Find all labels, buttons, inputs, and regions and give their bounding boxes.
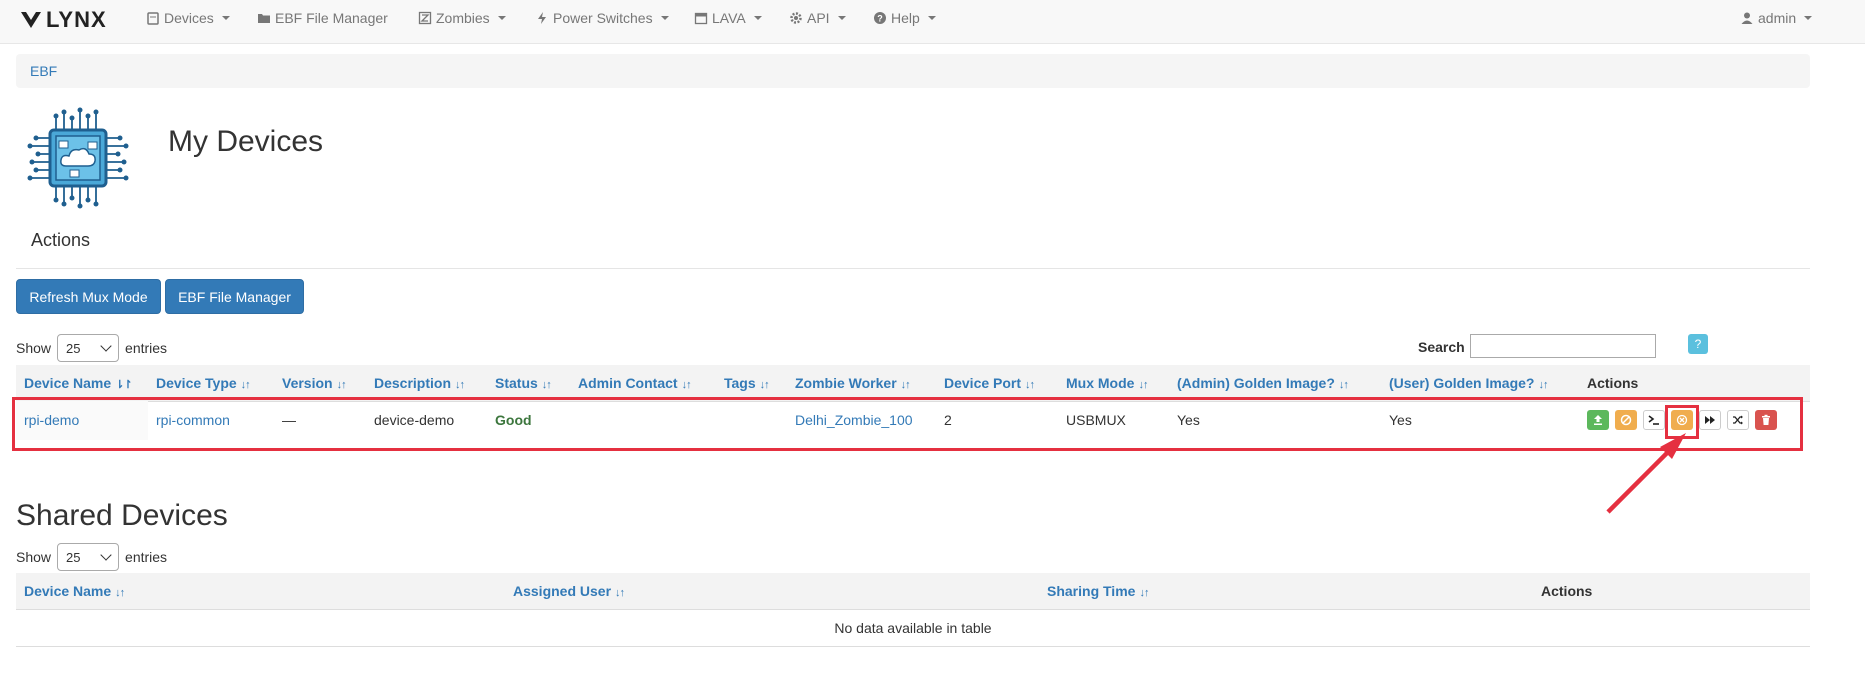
device-icon [147,12,159,25]
my-devices-length-control: Show 25 entries [16,334,167,362]
caret-down-icon [497,16,506,20]
col-actions: Actions [1587,375,1639,391]
caret-down-icon [927,16,936,20]
nav-lava[interactable]: LAVA [694,0,762,36]
calendar-icon [694,12,708,25]
nav-user-menu[interactable]: admin [1740,0,1813,36]
col-assigned-user[interactable]: Assigned User ↓↑ [513,573,625,609]
nav-devices-label: Devices [164,10,214,26]
brand-name: LYNX [46,7,107,32]
lynx-logo-icon [21,12,41,28]
sort-icon: ↓↑ [1139,587,1149,599]
breadcrumb-ebf-link[interactable]: EBF [30,63,57,79]
nav-lava-label: LAVA [712,10,746,26]
search-label: Search [1418,339,1465,355]
show-label: Show [16,549,52,565]
nav-api-label: API [807,10,830,26]
caret-down-icon [753,16,762,20]
question-icon: ? [874,12,886,24]
brand-logo[interactable]: LYNX [20,7,107,33]
col-device-type[interactable]: Device Type ↓↑ [156,365,251,401]
nav-power-label: Power Switches [553,10,653,26]
empty-table-message: No data available in table [16,610,1810,647]
col-actions: Actions [1541,583,1593,599]
caret-down-icon [660,16,669,20]
shared-devices-table-header: Device Name ↓↑ Assigned User ↓↑ Sharing Ti… [16,573,1810,610]
page-length-value: 25 [66,340,81,356]
col-device-port[interactable]: Device Port ↓↑ [944,365,1035,401]
nav-help-label: Help [891,10,920,26]
search-input[interactable] [1470,334,1656,358]
caret-down-icon [221,16,230,20]
page-length-select[interactable]: 25 [57,543,120,571]
shared-devices-length-control: Show 25 entries [16,543,167,571]
page-length-select[interactable]: 25 [57,334,120,362]
nav-devices[interactable]: Devices [146,0,230,36]
svg-text:?: ? [877,14,883,24]
nav-zombies[interactable]: Zombies [418,0,506,36]
chip-cloud-logo-icon [27,107,129,209]
user-icon [1741,12,1753,24]
divider [16,268,1810,269]
chevron-down-icon [100,340,112,352]
shared-devices-title: Shared Devices [16,499,228,532]
entries-label: entries [125,340,168,356]
col-device-name[interactable]: Device Name ⇂↾ [24,365,133,401]
nav-ebf-label: EBF File Manager [275,10,388,26]
refresh-mux-mode-button[interactable]: Refresh Mux Mode [16,279,161,314]
col-zombie-worker[interactable]: Zombie Worker ↓↑ [795,365,911,401]
sort-icon: ↓↑ [615,587,625,599]
annotation-arrow-icon [1606,433,1686,514]
col-status[interactable]: Status ↓↑ [495,365,552,401]
nav-power-switches[interactable]: Power Switches [535,0,669,36]
bolt-icon [538,12,546,24]
nav-api[interactable]: API [789,0,846,36]
caret-down-icon [837,16,846,20]
page-title: My Devices [168,125,324,158]
caret-down-icon [1804,16,1813,20]
nav-user-label: admin [1758,10,1797,26]
nav-ebf-file-manager[interactable]: EBF File Manager [257,0,388,36]
col-admin-contact[interactable]: Admin Contact ↓↑ [578,365,692,401]
breadcrumb: EBF [16,54,1810,88]
navbar: LYNX Devices EBF File Manager Zombies Po… [0,0,1865,44]
folder-icon [258,14,270,23]
actions-heading: Actions [31,230,91,250]
nav-zombies-label: Zombies [436,10,490,26]
col-admin-golden-image[interactable]: (Admin) Golden Image? ↓↑ [1177,365,1349,401]
col-user-golden-image[interactable]: (User) Golden Image? ↓↑ [1389,365,1548,401]
help-button[interactable]: ? [1688,334,1708,354]
col-mux-mode[interactable]: Mux Mode ↓↑ [1066,365,1148,401]
sort-icon: ↓↑ [115,587,125,599]
row-highlight-annotation [12,397,1803,451]
col-version[interactable]: Version ↓↑ [282,365,347,401]
col-sharing-time[interactable]: Sharing Time ↓↑ [1047,573,1149,609]
nav-help[interactable]: ? Help [873,0,936,36]
show-label: Show [16,340,52,356]
chevron-down-icon [100,549,112,561]
entries-label: entries [125,549,168,565]
page-length-value: 25 [66,549,81,565]
col-tags[interactable]: Tags ↓↑ [724,365,770,401]
col-device-name[interactable]: Device Name ↓↑ [24,573,125,609]
col-description[interactable]: Description ↓↑ [374,365,465,401]
ebf-file-manager-button[interactable]: EBF File Manager [165,279,304,314]
gear-icon [790,12,802,24]
zombie-icon [418,11,432,25]
